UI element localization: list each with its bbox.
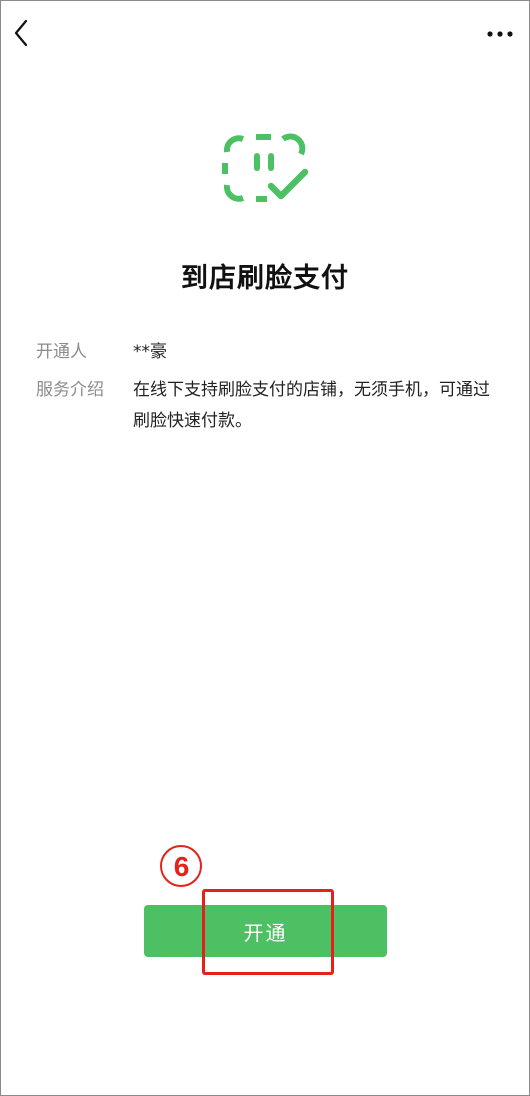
top-nav-bar xyxy=(0,0,530,64)
step-number-badge: 6 xyxy=(158,843,204,889)
page-title: 到店刷脸支付 xyxy=(181,263,349,294)
more-options-button[interactable] xyxy=(484,22,518,46)
service-description: 在线下支持刷脸支付的店铺，无须手机，可通过刷脸快速付款。 xyxy=(133,380,490,431)
chevron-left-icon xyxy=(14,19,28,47)
service-label: 服务介绍 xyxy=(36,380,104,400)
back-button[interactable] xyxy=(8,16,38,50)
more-dots-icon xyxy=(487,31,513,37)
step-number: 6 xyxy=(173,851,190,882)
opener-value: **豪 xyxy=(133,342,167,362)
opener-label: 开通人 xyxy=(36,342,87,362)
highlight-box xyxy=(202,889,334,975)
face-pay-check-icon xyxy=(219,128,311,208)
